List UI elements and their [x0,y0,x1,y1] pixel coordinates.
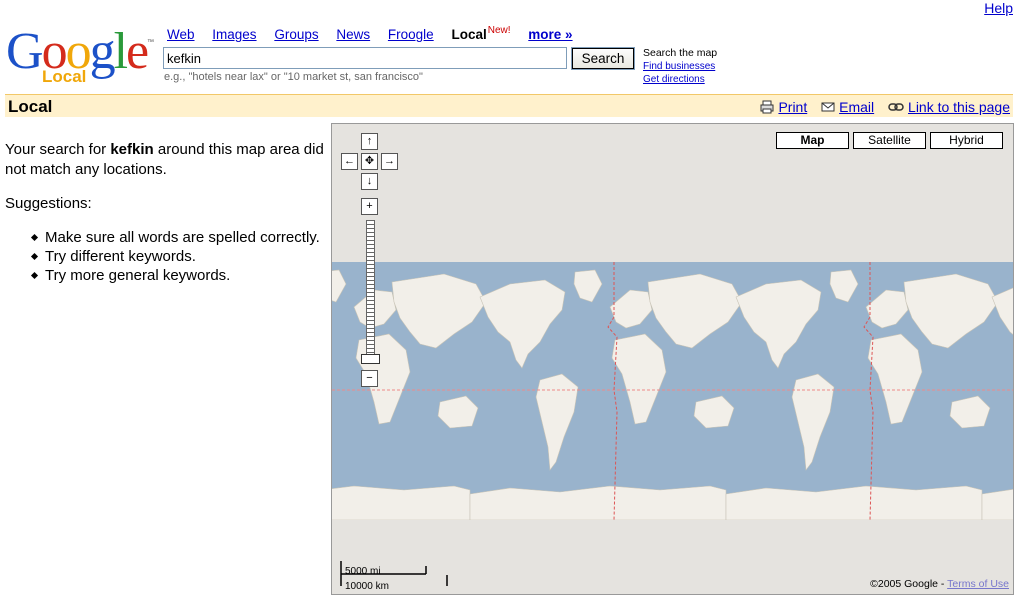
local-bar: Local Print Email Link to this page [5,94,1013,117]
link-action[interactable]: Link to this page [888,99,1010,115]
message-prefix: Your search for [5,141,111,158]
land-mass [725,485,983,520]
copyright-text: ©2005 Google - [870,578,948,590]
tab-local: LocalNew! [451,25,511,42]
world-map-tiles[interactable] [332,262,1014,520]
print-link[interactable]: Print [778,99,807,115]
suggestion-item: Try more general keywords. [5,266,325,285]
logo-trademark: ™ [147,39,154,46]
suggestions-heading: Suggestions: [5,195,92,212]
map-scale: 5000 mi 10000 km [340,561,448,592]
suggestion-item: Try different keywords. [5,247,325,266]
find-businesses-link[interactable]: Find businesses [643,61,715,72]
search-input[interactable] [163,47,567,69]
zoom-slider-track[interactable] [366,220,375,360]
map-type-satellite-button[interactable]: Satellite [853,132,926,149]
map-type-map-button[interactable]: Map [776,132,849,149]
scale-miles: 5000 mi [345,566,381,577]
arrow-right-icon: → [384,155,395,167]
arrow-up-icon: ↑ [366,135,373,147]
pan-left-button[interactable]: ← [341,153,358,170]
get-directions-link[interactable]: Get directions [643,74,705,85]
map-copyright: ©2005 Google - Terms of Use [870,578,1009,590]
scale-kilometers: 10000 km [345,581,389,592]
arrow-left-icon: ← [344,155,355,167]
tab-froogle[interactable]: Froogle [388,27,434,42]
pan-center-button[interactable]: ✥ [361,153,378,170]
pan-right-button[interactable]: → [381,153,398,170]
zoom-slider-handle[interactable] [361,354,380,364]
tab-images[interactable]: Images [212,27,256,42]
no-results-message: Your search for kefkin around this map a… [5,140,325,180]
page-title: Local [8,97,53,116]
arrow-down-icon: ↓ [366,175,373,187]
search-tabs: Web Images Groups News Froogle LocalNew!… [167,25,587,42]
tab-groups[interactable]: Groups [274,27,318,42]
suggestions-list: Make sure all words are spelled correctl… [5,228,325,285]
map-type-hybrid-button[interactable]: Hybrid [930,132,1003,149]
tab-news[interactable]: News [336,27,370,42]
print-action[interactable]: Print [760,99,807,115]
land-mass [332,485,471,520]
link-to-page-link[interactable]: Link to this page [908,99,1010,115]
page-actions: Print Email Link to this page [750,99,1010,117]
search-query: kefkin [110,141,154,158]
chain-link-icon [888,103,904,111]
pan-down-button[interactable]: ↓ [361,173,378,190]
suggestion-item: Make sure all words are spelled correctl… [5,228,325,247]
envelope-icon [821,102,835,112]
zoom-out-button[interactable]: − [361,370,378,387]
pan-up-button[interactable]: ↑ [361,133,378,150]
terms-of-use-link[interactable]: Terms of Use [947,578,1009,590]
search-the-map-label: Search the map [643,47,718,59]
email-link[interactable]: Email [839,99,874,115]
help-link[interactable]: Help [984,0,1013,16]
plus-icon: + [366,200,373,212]
search-hint: e.g., "hotels near lax" or "10 market st… [164,71,423,83]
zoom-in-button[interactable]: + [361,198,378,215]
printer-icon [760,100,774,114]
logo-local-label: Local [42,67,87,86]
new-badge: New! [487,25,511,36]
tab-local-label: Local [451,27,487,42]
search-button[interactable]: Search [571,47,635,70]
search-options: Search the map Find businesses Get direc… [643,47,717,87]
results-panel: Your search for kefkin around this map a… [5,140,325,285]
minus-icon: − [366,372,373,384]
center-icon: ✥ [364,155,375,167]
tab-more[interactable]: more » [528,27,572,42]
google-local-logo[interactable]: Google Local ™ [6,26,156,88]
land-mass [469,485,727,520]
tab-web[interactable]: Web [167,27,195,42]
map-view[interactable]: Map Satellite Hybrid ↑ ← ✥ → ↓ + − 5000 … [331,123,1014,595]
email-action[interactable]: Email [821,99,874,115]
